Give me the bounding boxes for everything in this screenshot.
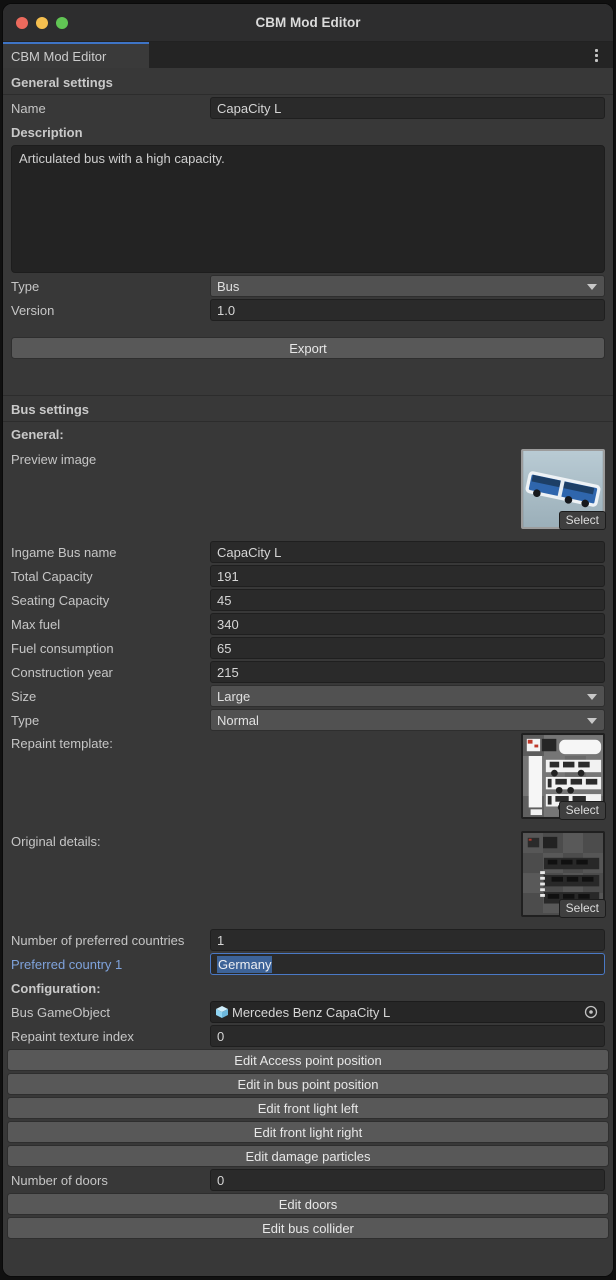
description-textarea[interactable]: Articulated bus with a high capacity.: [11, 145, 605, 273]
ingame-name-row: Ingame Bus name CapaCity L: [11, 541, 605, 563]
selected-text: Germany: [217, 955, 273, 973]
bus-type-row: Type Normal: [11, 709, 605, 731]
general-settings-header: General settings: [3, 68, 613, 95]
tab-cbm-mod-editor[interactable]: CBM Mod Editor: [3, 42, 149, 68]
total-capacity-input[interactable]: 191: [210, 565, 605, 587]
bus-gameobject-field[interactable]: Mercedes Benz CapaCity L: [210, 1001, 605, 1023]
bus-settings-header: Bus settings: [3, 395, 613, 422]
object-picker-icon[interactable]: [582, 1003, 600, 1021]
preferred-country-1-label: Preferred country 1: [11, 956, 123, 972]
original-details-row: Original details: Select: [11, 831, 606, 923]
preview-image-thumbnail[interactable]: Select: [521, 449, 606, 530]
max-fuel-label: Max fuel: [11, 616, 61, 632]
tab-label: CBM Mod Editor: [11, 48, 107, 64]
preview-image-row: Preview image Select: [11, 449, 606, 535]
bus-gameobject-value: Mercedes Benz CapaCity L: [232, 1004, 391, 1020]
max-fuel-row: Max fuel 340: [11, 613, 605, 635]
cbm-mod-editor-window: CBM Mod Editor CBM Mod Editor General se…: [2, 3, 614, 1277]
edit-bus-collider-button[interactable]: Edit bus collider: [7, 1217, 609, 1239]
ingame-bus-name-input[interactable]: CapaCity L: [210, 541, 605, 563]
repaint-texture-index-input[interactable]: 0: [210, 1025, 605, 1047]
seating-capacity-label: Seating Capacity: [11, 592, 110, 608]
type-dropdown-value: Bus: [217, 278, 240, 294]
size-row: Size Large: [11, 685, 605, 707]
general-subheading: General:: [11, 427, 64, 442]
seating-capacity-input[interactable]: 45: [210, 589, 605, 611]
ingame-bus-name-label: Ingame Bus name: [11, 544, 117, 560]
fuel-consumption-input[interactable]: 65: [210, 637, 605, 659]
bus-gameobject-label: Bus GameObject: [11, 1004, 110, 1020]
bus-type-dropdown-value: Normal: [217, 712, 259, 728]
window-title: CBM Mod Editor: [255, 15, 361, 30]
construction-year-label: Construction year: [11, 664, 113, 680]
original-details-thumbnail[interactable]: Select: [521, 831, 606, 918]
version-label: Version: [11, 302, 55, 318]
kebab-menu-icon[interactable]: [589, 46, 603, 64]
max-fuel-input[interactable]: 340: [210, 613, 605, 635]
type-dropdown[interactable]: Bus: [210, 275, 605, 297]
size-dropdown[interactable]: Large: [210, 685, 605, 707]
inspector-content: General settings Name CapaCity L Descrip…: [3, 68, 613, 1276]
original-details-select-button[interactable]: Select: [558, 899, 606, 918]
total-capacity-label: Total Capacity: [11, 568, 93, 584]
title-bar: CBM Mod Editor: [3, 4, 613, 42]
configuration-heading: Configuration:: [11, 980, 101, 996]
number-of-doors-label: Number of doors: [11, 1172, 108, 1188]
edit-damage-particles-button[interactable]: Edit damage particles: [7, 1145, 609, 1167]
repaint-template-row: Repaint template: Select: [11, 733, 606, 825]
fuel-consumption-row: Fuel consumption 65: [11, 637, 605, 659]
edit-access-point-button[interactable]: Edit Access point position: [7, 1049, 609, 1071]
construction-year-row: Construction year 215: [11, 661, 605, 683]
prefab-cube-icon: [216, 1006, 228, 1018]
name-input[interactable]: CapaCity L: [210, 97, 605, 119]
edit-front-light-left-button[interactable]: Edit front light left: [7, 1097, 609, 1119]
preferred-country-1-row: Preferred country 1 Germany: [11, 953, 605, 975]
chevron-down-icon: [587, 694, 597, 700]
size-dropdown-value: Large: [217, 688, 251, 704]
repaint-texture-index-label: Repaint texture index: [11, 1028, 134, 1044]
type-row: Type Bus: [11, 275, 605, 297]
preview-image-label: Preview image: [11, 452, 97, 467]
description-label: Description: [11, 124, 83, 140]
preferred-countries-count-input[interactable]: 1: [210, 929, 605, 951]
construction-year-input[interactable]: 215: [210, 661, 605, 683]
edit-front-light-right-button[interactable]: Edit front light right: [7, 1121, 609, 1143]
preferred-countries-count-row: Number of preferred countries 1: [11, 929, 605, 951]
bus-gameobject-row: Bus GameObject Mercedes Benz CapaCity L: [11, 1001, 605, 1023]
zoom-button[interactable]: [56, 17, 68, 29]
size-label: Size: [11, 688, 37, 704]
version-row: Version 1.0: [11, 299, 605, 321]
circle-dot-icon: [584, 1005, 598, 1019]
name-row: Name CapaCity L: [11, 97, 605, 119]
edit-doors-button[interactable]: Edit doors: [7, 1193, 609, 1215]
preferred-countries-count-label: Number of preferred countries: [11, 932, 185, 948]
preview-select-button[interactable]: Select: [558, 511, 606, 530]
number-of-doors-input[interactable]: 0: [210, 1169, 605, 1191]
bus-type-label: Type: [11, 712, 40, 728]
minimize-button[interactable]: [36, 17, 48, 29]
tab-bar: CBM Mod Editor: [3, 42, 613, 68]
fuel-consumption-label: Fuel consumption: [11, 640, 114, 656]
number-of-doors-row: Number of doors 0: [11, 1169, 605, 1191]
original-details-label: Original details:: [11, 834, 101, 849]
name-label: Name: [11, 100, 46, 116]
type-label: Type: [11, 278, 40, 294]
repaint-template-thumbnail[interactable]: Select: [521, 733, 606, 820]
repaint-select-button[interactable]: Select: [558, 801, 606, 820]
close-button[interactable]: [16, 17, 28, 29]
chevron-down-icon: [587, 284, 597, 290]
total-capacity-row: Total Capacity 191: [11, 565, 605, 587]
repaint-template-label: Repaint template:: [11, 736, 113, 751]
traffic-lights: [16, 17, 68, 29]
export-button[interactable]: Export: [11, 337, 605, 359]
preferred-country-1-input[interactable]: Germany: [210, 953, 605, 975]
bus-type-dropdown[interactable]: Normal: [210, 709, 605, 731]
repaint-texture-index-row: Repaint texture index 0: [11, 1025, 605, 1047]
version-input[interactable]: 1.0: [210, 299, 605, 321]
edit-in-bus-point-button[interactable]: Edit in bus point position: [7, 1073, 609, 1095]
chevron-down-icon: [587, 718, 597, 724]
seating-capacity-row: Seating Capacity 45: [11, 589, 605, 611]
